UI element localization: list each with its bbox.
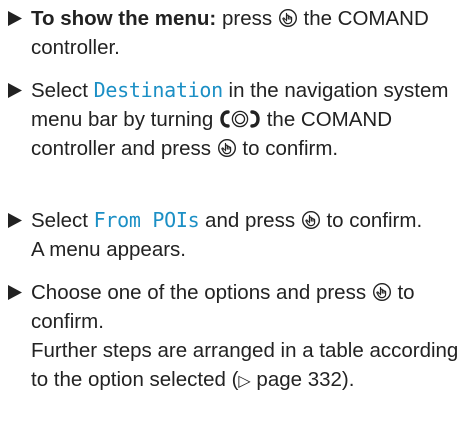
step-result: A menu appears. <box>31 238 186 261</box>
step-text: To show the menu: press the COMAND contr… <box>31 4 461 62</box>
triangle-bullet-icon <box>8 76 28 105</box>
step-text-part: Select <box>31 209 94 232</box>
step-text-part: and press <box>199 209 301 232</box>
press-controller-icon <box>217 138 237 158</box>
press-controller-icon <box>278 8 298 28</box>
step-lead: To show the menu: <box>31 7 217 30</box>
triangle-bullet-icon <box>8 206 28 235</box>
step-text-part: Select <box>31 79 94 102</box>
triangle-bullet-icon <box>8 278 28 307</box>
instruction-page: To show the menu: press the COMAND contr… <box>0 0 464 438</box>
step-text-part: press <box>216 7 278 30</box>
step-text-part: to confirm. <box>320 209 423 232</box>
page-reference-arrow-icon: ▷ <box>238 373 251 390</box>
step-text-part: to confirm. <box>236 137 339 160</box>
instruction-step-1: To show the menu: press the COMAND contr… <box>0 4 464 62</box>
instruction-step-4: Choose one of the options and press to c… <box>0 278 464 396</box>
turn-controller-icon <box>219 109 261 129</box>
menu-item-from-pois: From POIs <box>93 208 200 232</box>
press-controller-icon <box>301 210 321 230</box>
triangle-bullet-icon <box>8 4 28 33</box>
press-controller-icon <box>372 282 392 302</box>
page-reference-link[interactable]: page 332). <box>251 368 354 391</box>
instruction-step-2: Select Destination in the navigation sys… <box>0 76 464 163</box>
step-text: Select From POIs and press to confirm. A … <box>31 206 461 264</box>
step-text: Choose one of the options and press to c… <box>31 278 461 396</box>
menu-item-destination: Destination <box>93 78 223 102</box>
instruction-step-3: Select From POIs and press to confirm. A … <box>0 206 464 264</box>
step-text: Select Destination in the navigation sys… <box>31 76 461 163</box>
step-text-part: Choose one of the options and press <box>31 281 372 304</box>
